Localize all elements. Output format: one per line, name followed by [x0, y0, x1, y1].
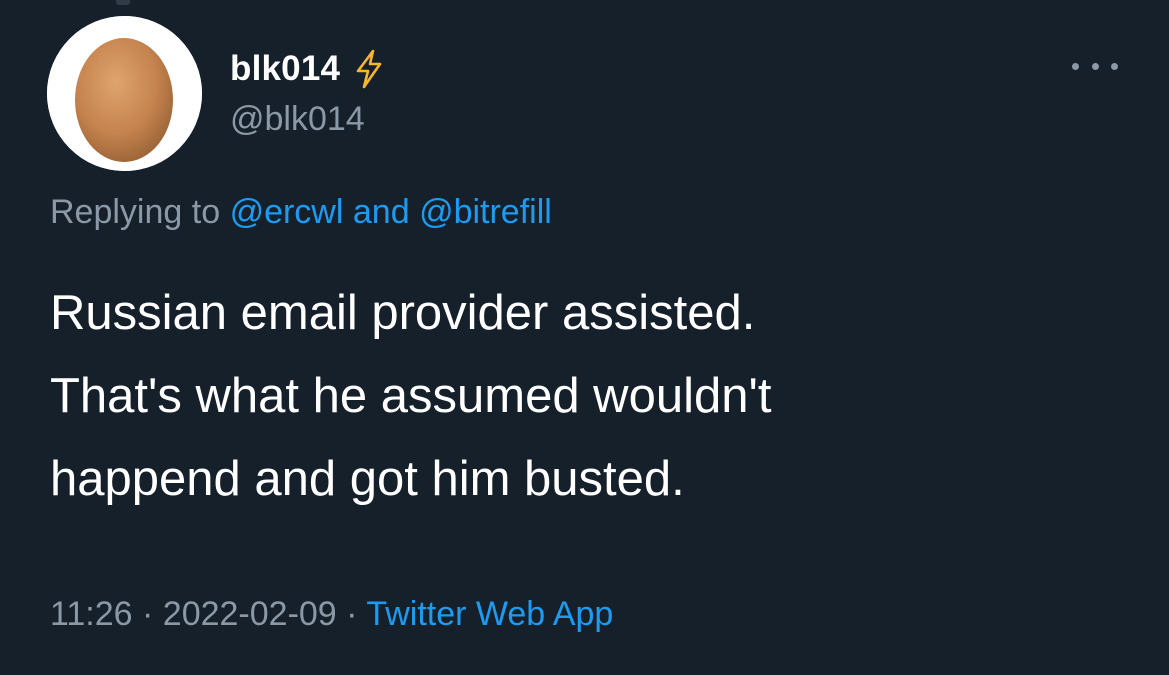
author-handle[interactable]: @blk014: [230, 100, 365, 139]
tweet-source-link[interactable]: Twitter Web App: [366, 595, 613, 633]
tweet-date[interactable]: 2022-02-09: [163, 595, 337, 633]
tweet-text-line: That's what he assumed wouldn't: [50, 369, 772, 423]
reply-prefix: Replying to: [50, 193, 221, 231]
previous-tweet-thread-line: [116, 0, 130, 5]
more-dot: [1111, 62, 1118, 70]
egg-icon: [47, 16, 202, 171]
more-dot: [1072, 62, 1079, 70]
meta-separator: ·: [346, 595, 358, 633]
author-name-row[interactable]: blk014: [230, 44, 384, 94]
mention-link-bitrefill[interactable]: @bitrefill: [419, 193, 552, 231]
more-dot: [1091, 62, 1099, 70]
lightning-bolt-icon: [354, 49, 384, 89]
meta-separator: ·: [142, 595, 154, 633]
more-options-icon[interactable]: [1072, 56, 1118, 76]
mention-link-ercwl[interactable]: @ercwl: [230, 193, 344, 231]
avatar[interactable]: [47, 16, 202, 171]
tweet-text-line: Russian email provider assisted.: [50, 286, 756, 340]
tweet-time[interactable]: 11:26: [50, 595, 133, 633]
tweet-text: Russian email provider assisted. That's …: [50, 272, 1130, 521]
tweet-metadata: 11:26 · 2022-02-09 · Twitter Web App: [50, 595, 613, 634]
tweet-text-line: happend and got him busted.: [50, 452, 685, 506]
reply-context: Replying to @ercwl and @bitrefill: [50, 193, 552, 232]
author-display-name[interactable]: blk014: [230, 49, 340, 89]
reply-separator[interactable]: and: [353, 193, 410, 231]
